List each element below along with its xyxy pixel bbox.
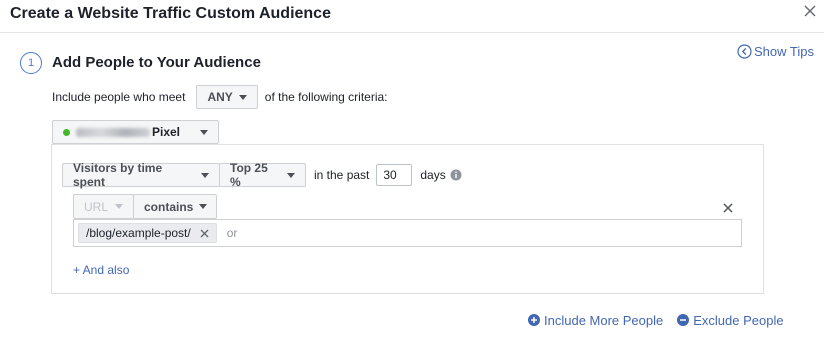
remove-token-icon[interactable] — [200, 229, 209, 238]
caret-down-icon — [287, 172, 295, 178]
step-title: Add People to Your Audience — [52, 54, 261, 71]
close-dialog-icon[interactable] — [801, 2, 819, 20]
exclude-people-label: Exclude People — [693, 312, 784, 328]
criteria-prefix: Include people who meet — [52, 90, 186, 104]
criteria-row: Include people who meet ANY of the follo… — [52, 85, 388, 109]
percentile-dropdown[interactable]: Top 25 % — [219, 161, 306, 189]
match-type-value: ANY — [207, 90, 233, 104]
caret-down-icon — [115, 204, 123, 209]
remove-filter-icon[interactable] — [722, 202, 734, 214]
days-input[interactable] — [376, 164, 413, 186]
step-number-badge: 1 — [20, 52, 42, 74]
rule-event-row: Visitors by time spent Top 25 % in the p… — [62, 161, 462, 189]
caret-down-icon — [199, 204, 208, 209]
url-token-input[interactable]: /blog/example-post/ — [73, 219, 742, 247]
event-type-value: Visitors by time spent — [73, 161, 163, 189]
pixel-label: Pixel — [152, 125, 181, 139]
dialog-header: Create a Website Traffic Custom Audience — [0, 0, 824, 33]
url-keyword-input[interactable] — [224, 225, 425, 241]
pixel-status-dot — [63, 128, 70, 136]
pixel-dropdown[interactable]: Pixel — [52, 120, 219, 144]
url-token-chip: /blog/example-post/ — [78, 223, 217, 243]
info-icon[interactable] — [450, 169, 462, 181]
show-tips-label: Show Tips — [754, 44, 814, 59]
redacted-pixel-name — [76, 127, 150, 137]
event-type-dropdown[interactable]: Visitors by time spent — [62, 161, 220, 189]
minus-circle-icon — [677, 314, 690, 326]
url-field-value: URL — [84, 199, 109, 214]
url-token-label: /blog/example-post/ — [86, 226, 191, 240]
footer-actions: Include More People Exclude People — [528, 312, 784, 328]
chevron-left-circle-icon — [737, 44, 752, 59]
include-more-people-link[interactable]: Include More People — [528, 313, 663, 328]
caret-down-icon — [201, 172, 209, 178]
in-the-past-label: in the past — [314, 168, 370, 182]
operator-value: contains — [144, 199, 194, 214]
plus-circle-icon — [528, 314, 540, 326]
match-type-dropdown[interactable]: ANY — [196, 85, 258, 109]
url-filter-row: URL contains — [73, 194, 217, 219]
percentile-value: Top 25 % — [230, 161, 268, 189]
caret-down-icon — [238, 94, 247, 100]
criteria-suffix: of the following criteria: — [264, 90, 388, 104]
include-more-people-label: Include More People — [544, 312, 664, 328]
url-field-dropdown[interactable]: URL — [73, 194, 134, 219]
days-label: days — [420, 168, 446, 182]
show-tips-link[interactable]: Show Tips — [737, 44, 814, 59]
dialog-title: Create a Website Traffic Custom Audience — [10, 5, 331, 22]
and-also-link[interactable]: + And also — [73, 263, 129, 277]
exclude-people-link[interactable]: Exclude People — [677, 312, 784, 328]
operator-dropdown[interactable]: contains — [133, 194, 217, 219]
caret-down-icon — [200, 129, 208, 135]
